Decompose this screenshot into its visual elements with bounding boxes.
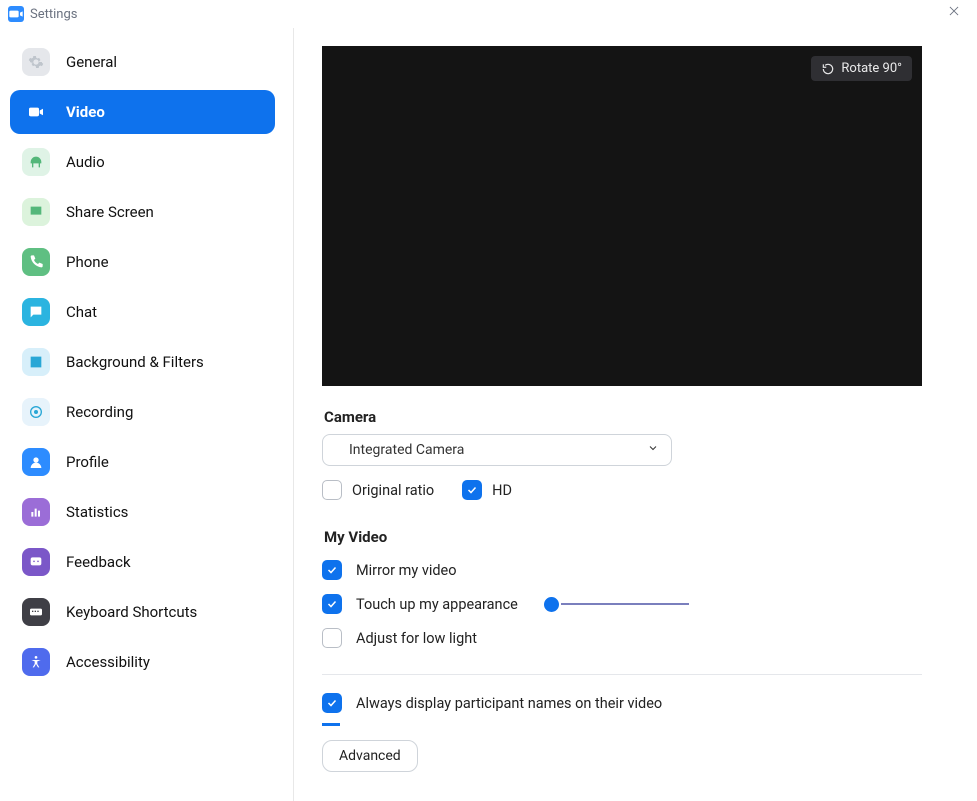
sidebar-item-profile[interactable]: Profile	[10, 440, 275, 484]
sidebar-item-chat[interactable]: Chat	[10, 290, 275, 334]
titlebar: Settings	[0, 0, 977, 28]
mirror-video-checkbox[interactable]	[322, 560, 342, 580]
accessibility-icon	[22, 648, 50, 676]
camera-select-value: Integrated Camera	[335, 442, 464, 458]
cutoff-indicator	[322, 723, 340, 726]
sidebar-item-label: Video	[66, 103, 105, 121]
sidebar-item-background-filters[interactable]: Background & Filters	[10, 340, 275, 384]
statistics-icon	[22, 498, 50, 526]
my-video-section-label: My Video	[324, 528, 924, 546]
original-ratio-label: Original ratio	[352, 482, 434, 499]
sidebar-item-label: Accessibility	[66, 653, 150, 671]
close-icon	[947, 4, 961, 18]
mirror-video-label: Mirror my video	[356, 562, 457, 579]
hd-checkbox[interactable]	[462, 480, 482, 500]
sidebar-item-statistics[interactable]: Statistics	[10, 490, 275, 534]
original-ratio-checkbox[interactable]	[322, 480, 342, 500]
settings-panel-video: Rotate 90° Camera Integrated Camera Orig…	[294, 28, 977, 801]
sidebar-item-label: Share Screen	[66, 203, 154, 221]
sidebar: General Video Audio Share Screen	[0, 28, 294, 801]
touch-up-checkbox[interactable]	[322, 594, 342, 614]
sidebar-item-feedback[interactable]: Feedback	[10, 540, 275, 584]
profile-icon	[22, 448, 50, 476]
chat-icon	[22, 298, 50, 326]
low-light-checkbox[interactable]	[322, 628, 342, 648]
sidebar-item-label: Profile	[66, 453, 109, 471]
camera-section-label: Camera	[324, 408, 924, 426]
app-icon	[8, 6, 24, 22]
phone-icon	[22, 248, 50, 276]
sidebar-item-label: General	[66, 53, 117, 71]
sidebar-item-general[interactable]: General	[10, 40, 275, 84]
camera-select[interactable]: Integrated Camera	[322, 434, 672, 466]
video-preview: Rotate 90°	[322, 46, 922, 386]
video-icon	[22, 98, 50, 126]
sidebar-item-video[interactable]: Video	[10, 90, 275, 134]
low-light-label: Adjust for low light	[356, 630, 477, 647]
divider	[322, 674, 922, 675]
sidebar-item-label: Statistics	[66, 503, 128, 521]
touch-up-slider[interactable]	[544, 597, 689, 612]
hd-label: HD	[492, 482, 512, 499]
advanced-button[interactable]: Advanced	[322, 740, 418, 772]
rotate-button-label: Rotate 90°	[841, 61, 902, 76]
sidebar-item-phone[interactable]: Phone	[10, 240, 275, 284]
chevron-down-icon	[647, 442, 659, 458]
slider-thumb[interactable]	[544, 597, 559, 612]
touch-up-label: Touch up my appearance	[356, 596, 518, 613]
sidebar-item-audio[interactable]: Audio	[10, 140, 275, 184]
rotate-icon	[821, 62, 835, 76]
keyboard-icon	[22, 598, 50, 626]
sidebar-item-recording[interactable]: Recording	[10, 390, 275, 434]
sidebar-item-share-screen[interactable]: Share Screen	[10, 190, 275, 234]
close-button[interactable]	[947, 4, 967, 24]
sidebar-item-keyboard-shortcuts[interactable]: Keyboard Shortcuts	[10, 590, 275, 634]
sidebar-item-label: Audio	[66, 153, 105, 171]
sidebar-item-label: Phone	[66, 253, 109, 271]
gear-icon	[22, 48, 50, 76]
sidebar-item-accessibility[interactable]: Accessibility	[10, 640, 275, 684]
sidebar-item-label: Keyboard Shortcuts	[66, 603, 197, 621]
settings-window: Settings General Video	[0, 0, 977, 801]
slider-track	[561, 603, 689, 605]
feedback-icon	[22, 548, 50, 576]
rotate-button[interactable]: Rotate 90°	[811, 56, 912, 81]
always-display-names-checkbox[interactable]	[322, 693, 342, 713]
background-icon	[22, 348, 50, 376]
share-screen-icon	[22, 198, 50, 226]
sidebar-item-label: Background & Filters	[66, 353, 204, 371]
sidebar-item-label: Feedback	[66, 553, 131, 571]
recording-icon	[22, 398, 50, 426]
always-display-names-label: Always display participant names on thei…	[356, 695, 662, 712]
advanced-button-label: Advanced	[339, 748, 401, 764]
sidebar-item-label: Chat	[66, 303, 97, 321]
sidebar-item-label: Recording	[66, 403, 133, 421]
window-title: Settings	[30, 7, 77, 22]
headphones-icon	[22, 148, 50, 176]
